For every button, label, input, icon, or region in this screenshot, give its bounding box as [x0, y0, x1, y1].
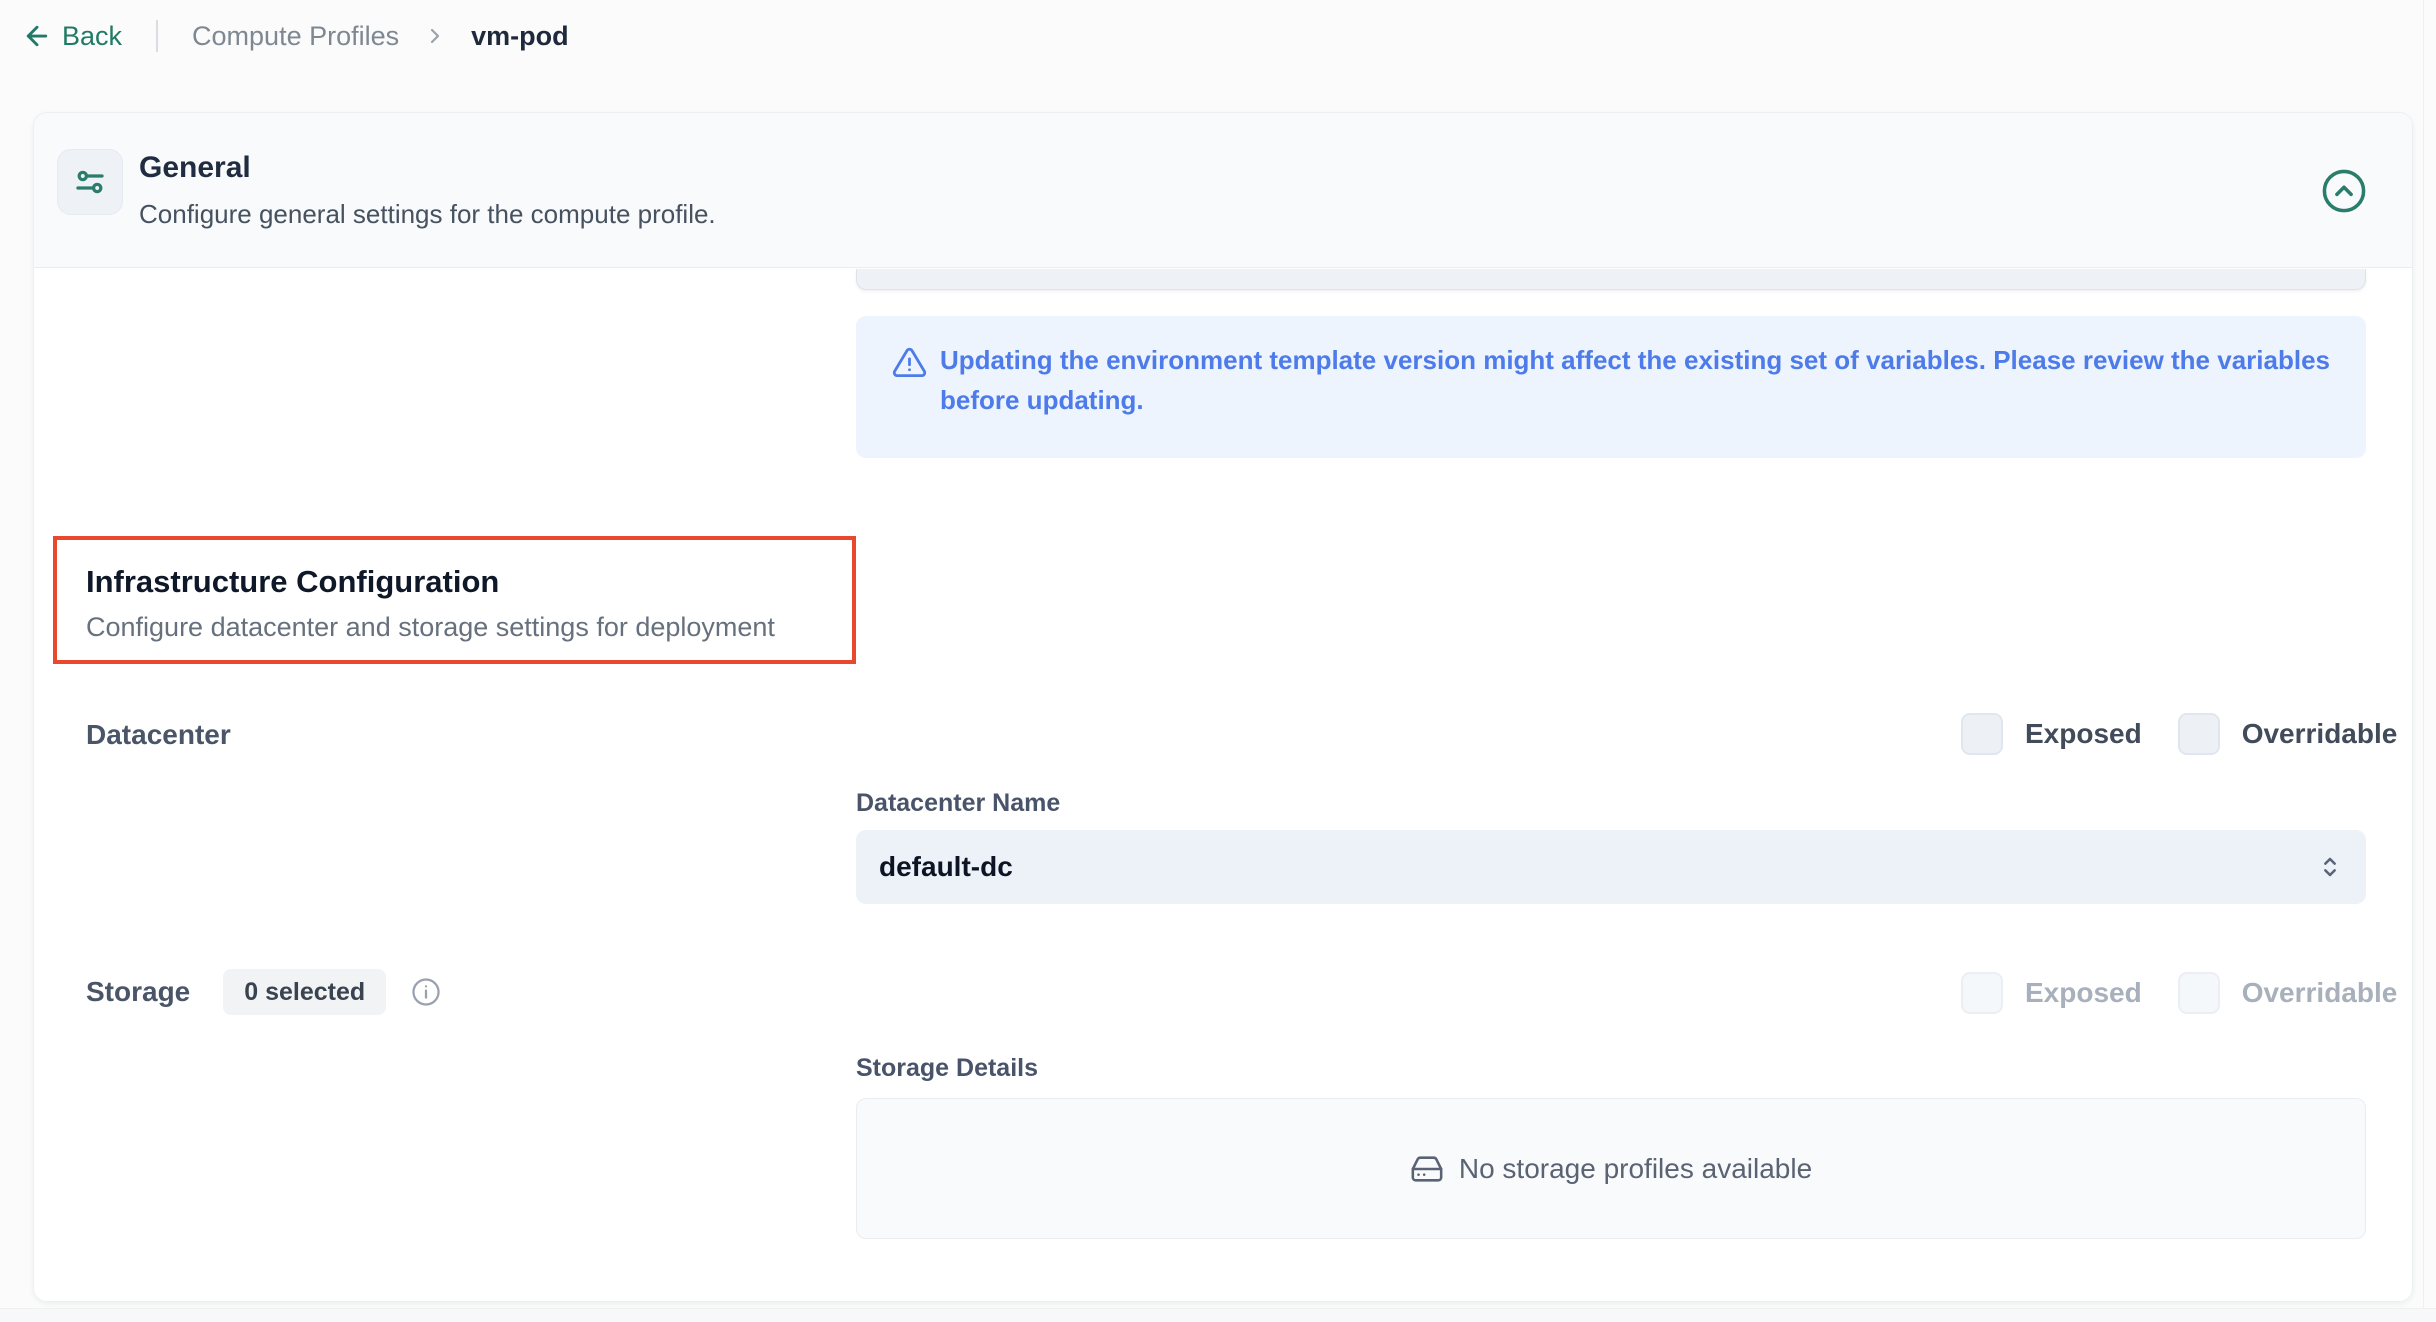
- hard-drive-icon: [1410, 1152, 1444, 1186]
- datacenter-name-select[interactable]: default-dc: [856, 830, 2366, 904]
- datacenter-exposed-checkbox[interactable]: [1961, 713, 2003, 755]
- datacenter-exposed-label: Exposed: [2025, 718, 2142, 750]
- alert-message: Updating the environment template versio…: [940, 340, 2360, 420]
- datacenter-overridable-label: Overridable: [2242, 718, 2398, 750]
- storage-details-label: Storage Details: [856, 1054, 1038, 1083]
- datacenter-name-value: default-dc: [879, 851, 1013, 883]
- general-title: General: [139, 151, 251, 185]
- infrastructure-title: Infrastructure Configuration: [86, 564, 852, 600]
- chevrons-up-down-icon: [2314, 851, 2346, 883]
- storage-overridable-label: Overridable: [2242, 977, 2398, 1009]
- datacenter-flags-row: Exposed Overridable: [1961, 713, 2397, 755]
- chevron-up-circle-icon: [2319, 166, 2369, 216]
- chevron-right-icon: [423, 24, 447, 48]
- storage-label-row: Storage 0 selected: [86, 969, 442, 1015]
- info-circle-icon[interactable]: [410, 976, 442, 1008]
- sliders-icon: [57, 149, 123, 215]
- storage-overridable-checkbox: [2178, 972, 2220, 1014]
- storage-empty-message: No storage profiles available: [1459, 1153, 1812, 1185]
- storage-exposed-label: Exposed: [2025, 977, 2142, 1009]
- warning-triangle-icon: [892, 345, 927, 385]
- template-version-field-partial[interactable]: [856, 269, 2366, 290]
- compute-profile-card: General Configure general settings for t…: [33, 112, 2413, 1302]
- datacenter-name-label: Datacenter Name: [856, 789, 1060, 818]
- page-bottom-strip: [0, 1308, 2436, 1322]
- scroll-gutter-line: [2423, 0, 2424, 1322]
- datacenter-overridable-checkbox[interactable]: [2178, 713, 2220, 755]
- breadcrumb-current-vm-pod: vm-pod: [471, 21, 569, 52]
- general-subtitle: Configure general settings for the compu…: [139, 199, 716, 230]
- back-button[interactable]: Back: [22, 21, 122, 52]
- storage-selected-badge: 0 selected: [223, 969, 386, 1015]
- infrastructure-subtitle: Configure datacenter and storage setting…: [86, 612, 852, 643]
- storage-flags-row: Exposed Overridable: [1961, 972, 2397, 1014]
- collapse-section-button[interactable]: [2318, 165, 2370, 217]
- storage-label: Storage: [86, 976, 190, 1008]
- storage-exposed-checkbox: [1961, 972, 2003, 1014]
- datacenter-label: Datacenter: [86, 719, 231, 751]
- template-update-alert: Updating the environment template versio…: [856, 316, 2366, 458]
- storage-details-empty-box: No storage profiles available: [856, 1098, 2366, 1239]
- back-arrow-icon: [22, 21, 52, 51]
- breadcrumb-item-compute-profiles[interactable]: Compute Profiles: [192, 21, 399, 52]
- breadcrumb-divider: [156, 20, 158, 52]
- breadcrumb: Back Compute Profiles vm-pod: [22, 14, 569, 58]
- back-label: Back: [62, 21, 122, 52]
- general-section-header: General Configure general settings for t…: [34, 113, 2412, 268]
- infrastructure-heading-highlight: Infrastructure Configuration Configure d…: [53, 536, 856, 664]
